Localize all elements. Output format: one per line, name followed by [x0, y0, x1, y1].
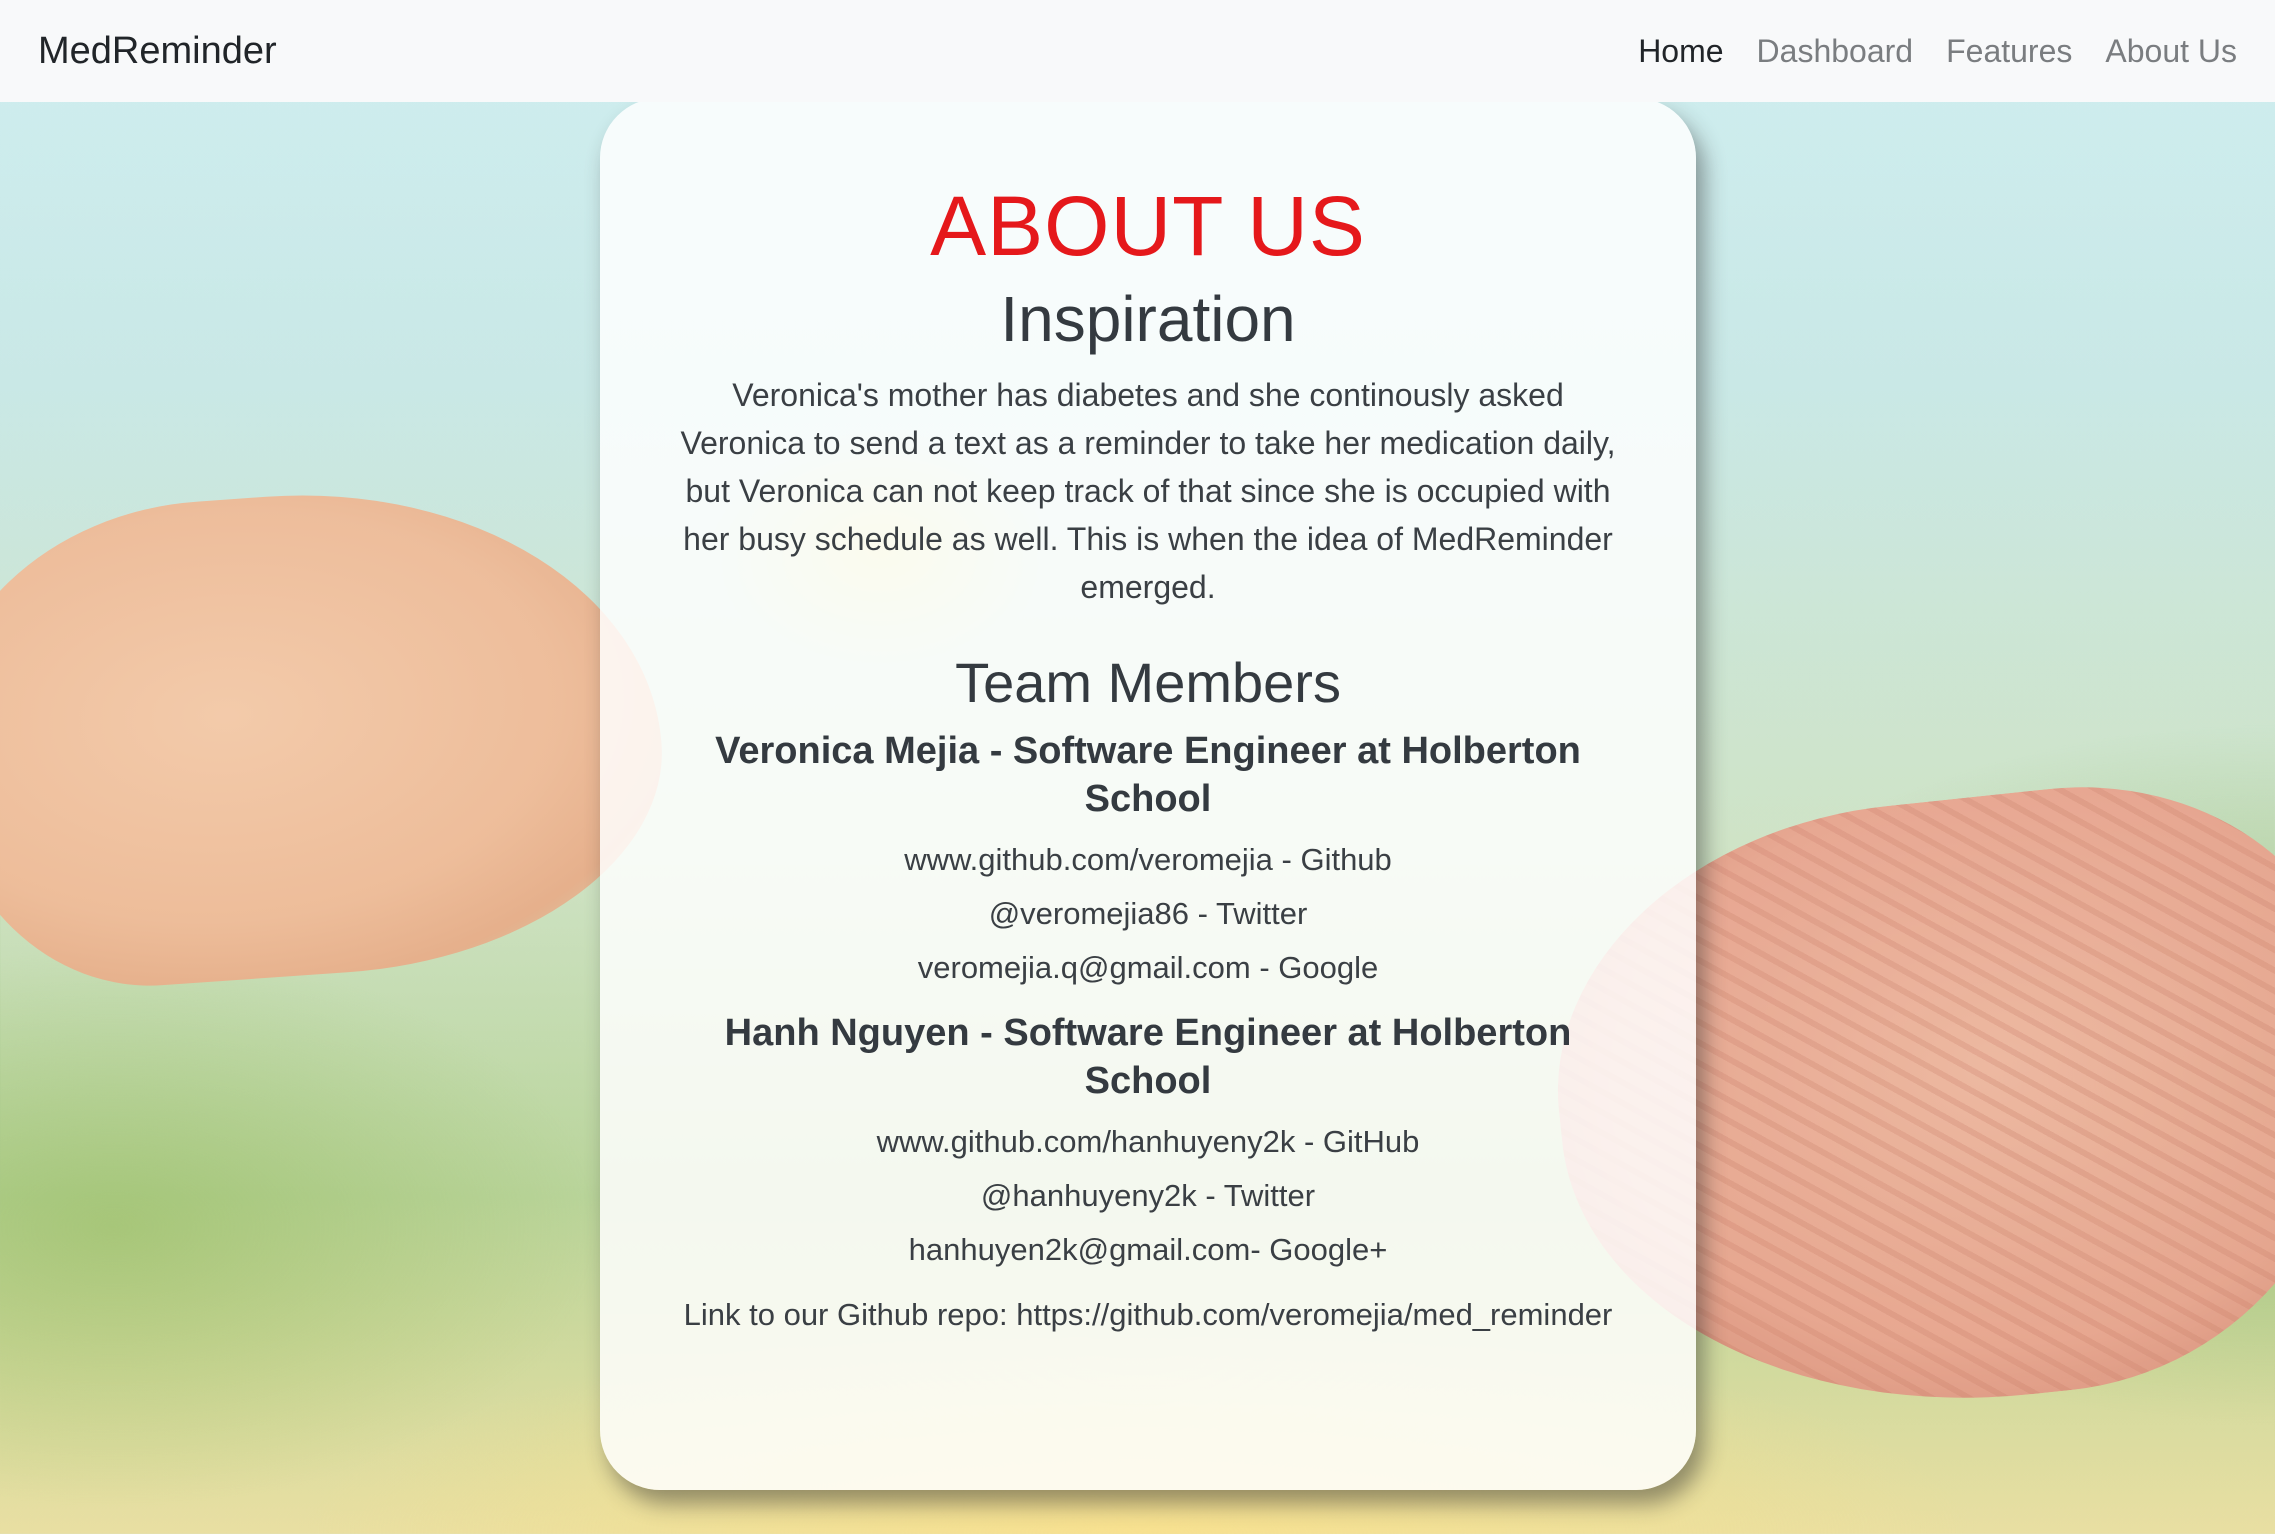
twitter-contact: @hanhuyeny2k - Twitter [980, 1177, 1316, 1213]
inspiration-text: Veronica's mother has diabetes and she c… [680, 377, 1616, 606]
page-title: ABOUT US [930, 179, 1366, 273]
background-hand-left [0, 470, 676, 1000]
member-contacts: www.github.com/hanhuyeny2k - GitHub @han… [680, 1115, 1616, 1277]
repo-link-text: Link to our Github repo: https://github.… [683, 1296, 1613, 1332]
email-contact: veromejia.q@gmail.com - Google [917, 949, 1379, 985]
nav-dashboard[interactable]: Dashboard [1757, 33, 1914, 70]
github-contact: www.github.com/veromejia - Github [904, 841, 1392, 877]
inspiration-heading: Inspiration [1000, 282, 1296, 355]
member-contacts: www.github.com/veromejia - Github @verom… [680, 833, 1616, 995]
nav-about-us[interactable]: About Us [2105, 33, 2237, 70]
member-veronica: Veronica Mejia - Software Engineer at Ho… [680, 727, 1616, 995]
nav-links: Home Dashboard Features About Us [1638, 33, 2237, 70]
team-heading: Team Members [955, 651, 1341, 715]
member-hanh: Hanh Nguyen - Software Engineer at Holbe… [680, 1009, 1616, 1277]
nav-features[interactable]: Features [1946, 33, 2072, 70]
member-name: Hanh Nguyen - Software Engineer at Holbe… [724, 1011, 1572, 1102]
nav-home[interactable]: Home [1638, 33, 1723, 70]
about-card: ABOUT US Inspiration Veronica's mother h… [600, 98, 1696, 1490]
email-contact: hanhuyen2k@gmail.com- Google+ [908, 1231, 1388, 1267]
member-name: Veronica Mejia - Software Engineer at Ho… [715, 729, 1581, 820]
github-contact: www.github.com/hanhuyeny2k - GitHub [876, 1123, 1420, 1159]
brand-logo[interactable]: MedReminder [38, 30, 277, 73]
twitter-contact: @veromejia86 - Twitter [988, 895, 1308, 931]
navbar: MedReminder Home Dashboard Features Abou… [0, 0, 2275, 102]
